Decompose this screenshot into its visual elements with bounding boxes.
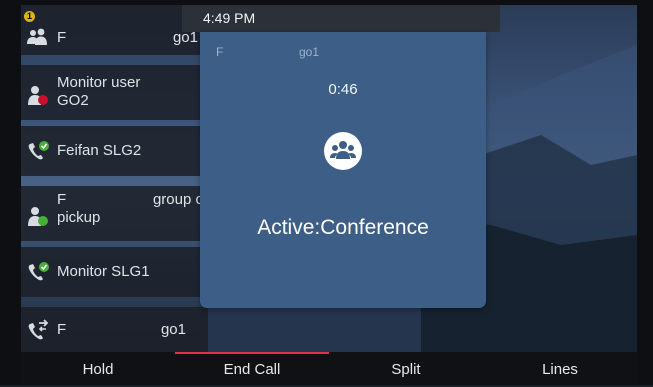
line-key-sidebar: 1 F go1 Monitor user GO2 Feifan SLG2 F g… — [21, 5, 218, 352]
bezel-left — [0, 0, 21, 385]
line-key-label-2: pickup — [57, 209, 101, 226]
status-clock: 4:49 PM — [182, 5, 500, 32]
pickup-user-idle-icon — [28, 207, 48, 226]
line-key-label: Monitor SLG1 — [57, 263, 150, 280]
hold-softkey[interactable]: Hold — [21, 352, 175, 385]
call-timer: 0:46 — [328, 81, 358, 98]
group-icon — [27, 28, 47, 45]
shared-line-icon — [28, 141, 49, 160]
line-key-feifan-slg2[interactable]: Feifan SLG2 — [21, 126, 208, 176]
lines-softkey[interactable]: Lines — [483, 352, 637, 385]
line-key-f-go1-transfer[interactable]: F go1 — [21, 307, 208, 352]
line-key-label-2: GO2 — [57, 92, 89, 109]
line-key-label: F — [57, 29, 67, 46]
unread-badge: 1 — [24, 11, 35, 22]
line-key-label: Feifan SLG2 — [57, 142, 142, 159]
line-key-label: F — [57, 191, 67, 208]
bezel-right — [637, 0, 653, 385]
active-call-card: F go1 0:46 Active:Conference — [200, 32, 486, 308]
call-status: Active:Conference — [257, 216, 429, 239]
end-call-softkey[interactable]: End Call — [175, 352, 329, 385]
line-key-monitor-slg1[interactable]: Monitor SLG1 — [21, 247, 208, 297]
line-key-group-call-pickup[interactable]: F group call pickup — [21, 186, 218, 241]
conference-icon — [324, 132, 362, 170]
line-key-f-go1[interactable]: 1 F go1 — [21, 5, 208, 55]
shared-line-icon — [28, 262, 49, 281]
softkey-bar: Hold End Call Split Lines — [21, 352, 637, 385]
call-transfer-icon — [28, 319, 49, 340]
split-softkey[interactable]: Split — [329, 352, 483, 385]
line-key-monitor-user[interactable]: Monitor user GO2 — [21, 65, 208, 120]
call-party-name: F — [216, 45, 224, 59]
line-key-label: Monitor user — [57, 74, 141, 91]
line-key-label: F — [57, 321, 67, 338]
call-party-sub: go1 — [299, 45, 320, 59]
phone-screen: 1 F go1 Monitor user GO2 Feifan SLG2 F g… — [21, 5, 637, 352]
line-key-sublabel: go1 — [160, 321, 186, 338]
monitor-user-busy-icon — [28, 86, 48, 105]
